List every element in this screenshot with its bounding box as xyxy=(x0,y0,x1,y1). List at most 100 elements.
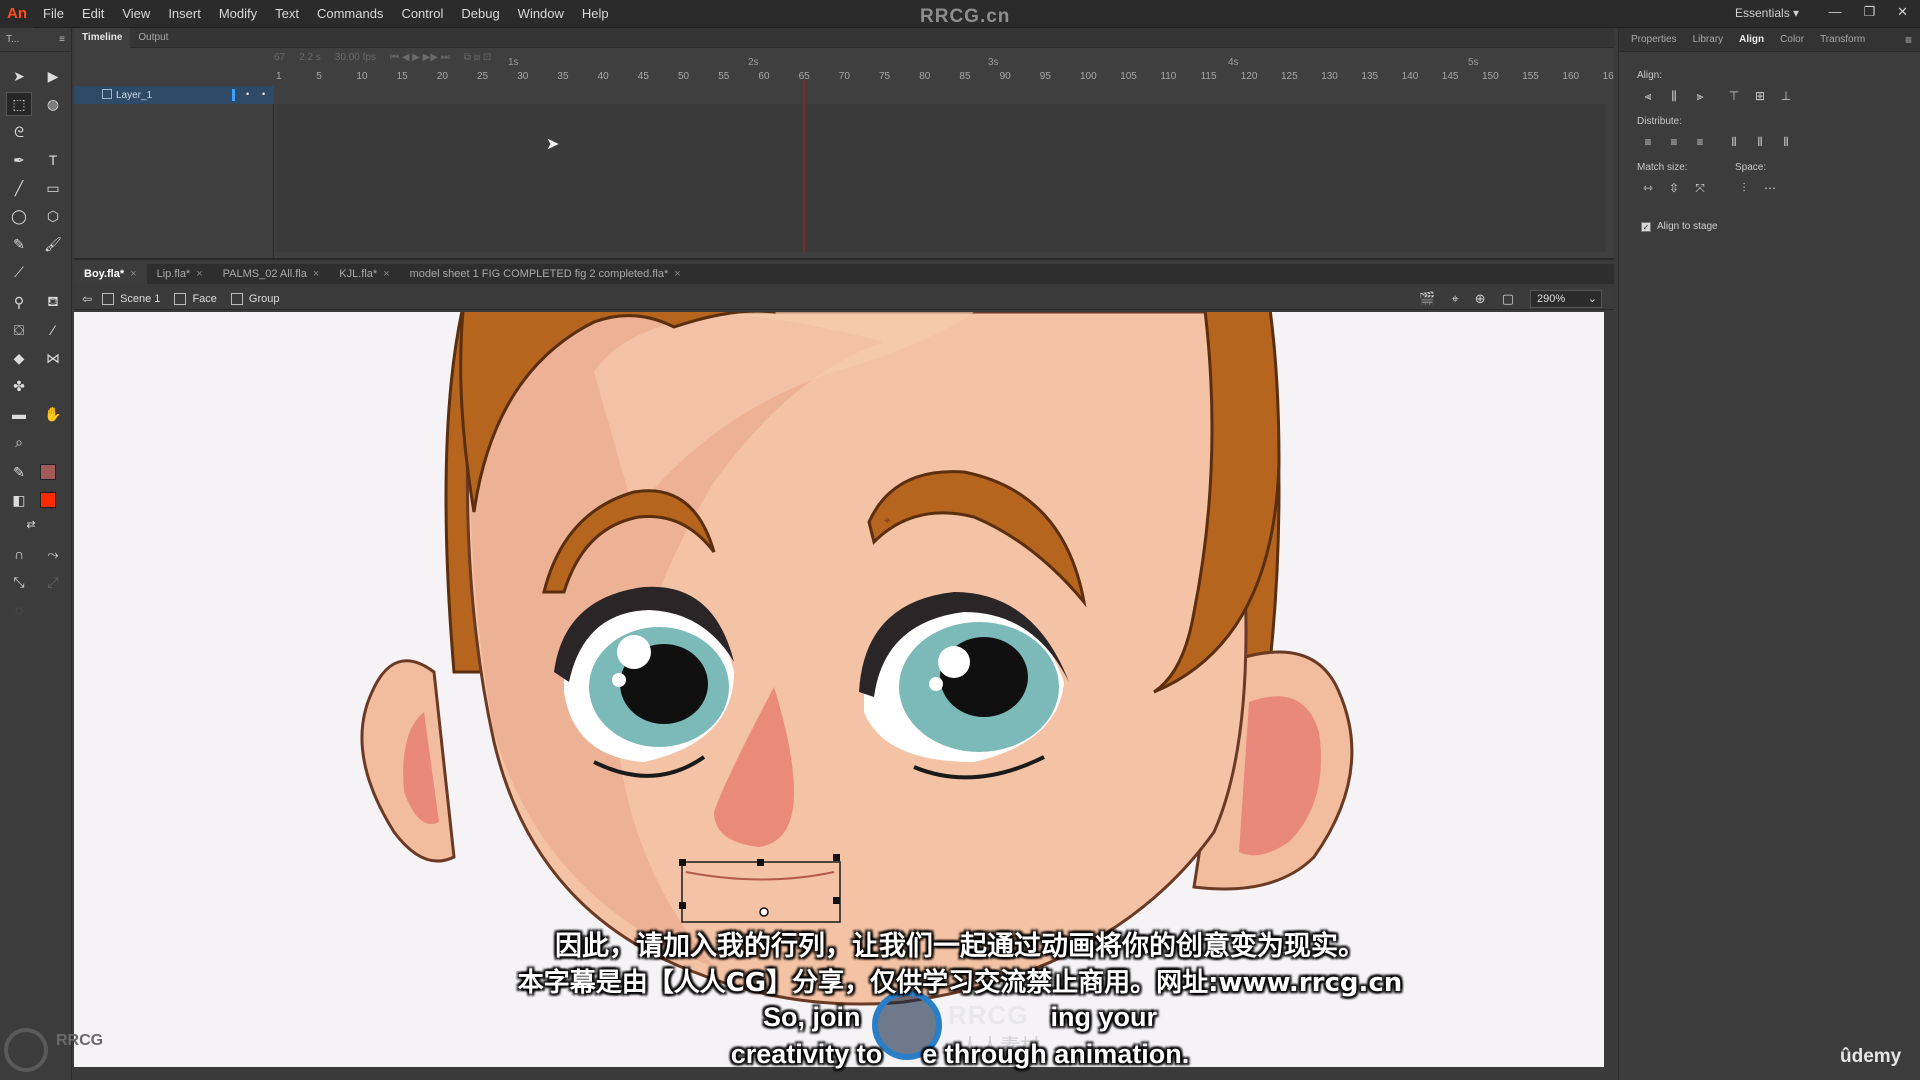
onion-skin-icon[interactable]: ⧉ ⧈ ⊡ xyxy=(464,52,491,63)
text-tool-icon[interactable]: T xyxy=(40,148,66,172)
tab-transform[interactable]: Transform xyxy=(1812,28,1873,52)
doc-tab-palms[interactable]: PALMS_02 All.fla × xyxy=(213,264,330,284)
tab-color[interactable]: Color xyxy=(1772,28,1812,52)
menu-debug[interactable]: Debug xyxy=(452,0,508,28)
edit-symbols-icon[interactable]: ⌖ xyxy=(1451,291,1458,307)
layer-color-icon[interactable] xyxy=(232,89,235,101)
match-width-height-icon[interactable]: ⤧ xyxy=(1691,180,1709,196)
close-tab-icon[interactable]: × xyxy=(383,264,389,284)
menu-window[interactable]: Window xyxy=(509,0,573,28)
align-to-stage-checkbox[interactable]: ✓ xyxy=(1641,221,1651,232)
distribute-bottom-icon[interactable]: ≡ xyxy=(1691,134,1709,150)
align-vertical-center-icon[interactable]: ⊞ xyxy=(1751,88,1769,104)
distribute-right-icon[interactable]: ⦀ xyxy=(1777,134,1795,150)
width-tool-icon[interactable]: ⋈ xyxy=(40,346,66,370)
menu-commands[interactable]: Commands xyxy=(308,0,392,28)
tab-library[interactable]: Library xyxy=(1685,28,1732,52)
center-stage-icon[interactable]: ⊕ xyxy=(1475,291,1486,307)
distribute-horizontal-center-icon[interactable]: ⦀ xyxy=(1751,134,1769,150)
paint-bucket-tool-icon[interactable]: ⛾ xyxy=(40,290,66,314)
space-evenly-vertical-icon[interactable]: ⫶ xyxy=(1735,180,1753,196)
menu-edit[interactable]: Edit xyxy=(73,0,113,28)
playback-controls-icon[interactable]: ⏮ ◀ ▶ ▶▶ ⏭ xyxy=(390,52,450,63)
close-tab-icon[interactable]: × xyxy=(674,264,680,284)
bone-tool-icon[interactable]: ⚲ xyxy=(6,290,32,314)
breadcrumb-scene[interactable]: Scene 1 xyxy=(102,292,160,305)
close-button[interactable]: ✕ xyxy=(1897,4,1908,20)
align-horizontal-center-icon[interactable]: ⫼ xyxy=(1665,88,1683,104)
paint-brush-tool-icon[interactable]: ⟋ xyxy=(6,260,32,284)
menu-file[interactable]: File xyxy=(34,0,73,28)
doc-tab-lip[interactable]: Lip.fla* × xyxy=(147,264,213,284)
close-tab-icon[interactable]: × xyxy=(196,264,202,284)
swap-colors-icon[interactable]: ⇄ xyxy=(18,512,44,536)
eraser-tool-icon[interactable]: ◆ xyxy=(6,346,32,370)
pen-tool-icon[interactable]: ✒ xyxy=(6,148,32,172)
panel-menu-icon[interactable]: ≡ xyxy=(1905,33,1912,47)
align-bottom-icon[interactable]: ⊥ xyxy=(1777,88,1795,104)
camera-tool-icon[interactable]: ▬ xyxy=(6,402,32,426)
pin-tool-icon[interactable]: ✤ xyxy=(6,374,32,398)
layer-name[interactable]: Layer_1 xyxy=(116,90,152,101)
align-right-icon[interactable]: ⫸ xyxy=(1691,88,1709,104)
hand-tool-icon[interactable]: ✋ xyxy=(40,402,66,426)
zoom-level-select[interactable]: 290% ⌄ xyxy=(1530,290,1602,308)
tab-align[interactable]: Align xyxy=(1731,28,1772,52)
stroke-color-icon[interactable]: ✎ xyxy=(6,460,32,484)
scale-icon[interactable]: ⤡ xyxy=(6,570,32,594)
close-tab-icon[interactable]: × xyxy=(130,264,136,284)
tab-properties[interactable]: Properties xyxy=(1623,28,1685,52)
pencil-tool-icon[interactable]: ✎ xyxy=(6,232,32,256)
layer-visible-icon[interactable]: • xyxy=(246,89,249,99)
minimize-button[interactable]: — xyxy=(1828,4,1841,20)
workspace-switcher[interactable]: Essentials ▾ xyxy=(1735,6,1799,20)
stroke-color-swatch[interactable] xyxy=(40,464,56,480)
tab-output[interactable]: Output xyxy=(130,28,176,48)
menu-modify[interactable]: Modify xyxy=(210,0,266,28)
layer-lock-icon[interactable]: • xyxy=(262,89,265,99)
menu-text[interactable]: Text xyxy=(266,0,308,28)
rectangle-tool-icon[interactable]: ▭ xyxy=(40,176,66,200)
fill-color-swatch[interactable] xyxy=(40,492,56,508)
line-tool-icon[interactable]: ╱ xyxy=(6,176,32,200)
menu-control[interactable]: Control xyxy=(392,0,452,28)
fill-color-icon[interactable]: ◧ xyxy=(6,488,32,512)
smooth-icon[interactable]: ⤳ xyxy=(40,542,66,566)
doc-tab-model-sheet[interactable]: model sheet 1 FIG COMPLETED fig 2 comple… xyxy=(400,264,691,284)
doc-tab-kjl[interactable]: KJL.fla* × xyxy=(329,264,399,284)
align-to-stage-option[interactable]: ✓ Align to stage xyxy=(1641,221,1718,232)
back-arrow-icon[interactable]: ⇦ xyxy=(82,292,92,306)
brush-tool-icon[interactable]: 🖌 xyxy=(40,232,66,256)
polystar-tool-icon[interactable]: ⬡ xyxy=(40,204,66,228)
breadcrumb-group[interactable]: Group xyxy=(230,292,279,305)
zoom-tool-icon[interactable]: ⌕ xyxy=(6,430,32,454)
menu-insert[interactable]: Insert xyxy=(159,0,210,28)
space-evenly-horizontal-icon[interactable]: ⋯ xyxy=(1761,180,1779,196)
clip-content-icon[interactable]: ▢ xyxy=(1502,291,1514,307)
menu-view[interactable]: View xyxy=(113,0,159,28)
align-left-icon[interactable]: ⫷ xyxy=(1639,88,1657,104)
distribute-left-icon[interactable]: ⦀ xyxy=(1725,134,1743,150)
lasso-tool-icon[interactable]: ᘓ xyxy=(6,120,32,144)
restore-button[interactable]: ❐ xyxy=(1863,4,1875,20)
free-transform-tool-icon[interactable]: ⬚ xyxy=(6,92,32,116)
eyedropper-tool-icon[interactable]: ⁄ xyxy=(40,318,66,342)
ink-bottle-tool-icon[interactable]: ⛋ xyxy=(6,318,32,342)
frame-rate[interactable]: 30.00 fps xyxy=(335,52,376,63)
edit-scene-icon[interactable]: 🎬 xyxy=(1419,291,1435,307)
layer-row[interactable]: Layer_1 • • xyxy=(74,86,274,104)
selection-tool-icon[interactable]: ➤ xyxy=(6,64,32,88)
playhead[interactable] xyxy=(803,80,805,252)
align-top-icon[interactable]: ⊤ xyxy=(1725,88,1743,104)
breadcrumb-face[interactable]: Face xyxy=(174,292,217,305)
doc-tab-boy[interactable]: Boy.fla* × xyxy=(74,264,147,284)
distribute-top-icon[interactable]: ≡ xyxy=(1639,134,1657,150)
3d-rotation-tool-icon[interactable]: ◍ xyxy=(40,92,66,116)
close-tab-icon[interactable]: × xyxy=(313,264,319,284)
oval-tool-icon[interactable]: ◯ xyxy=(6,204,32,228)
match-width-icon[interactable]: ⇿ xyxy=(1639,180,1657,196)
subselection-tool-icon[interactable]: ▶ xyxy=(40,64,66,88)
panel-menu-icon[interactable]: ≡ xyxy=(59,34,65,45)
frames-area[interactable] xyxy=(276,104,1606,252)
distribute-vertical-center-icon[interactable]: ≡ xyxy=(1665,134,1683,150)
